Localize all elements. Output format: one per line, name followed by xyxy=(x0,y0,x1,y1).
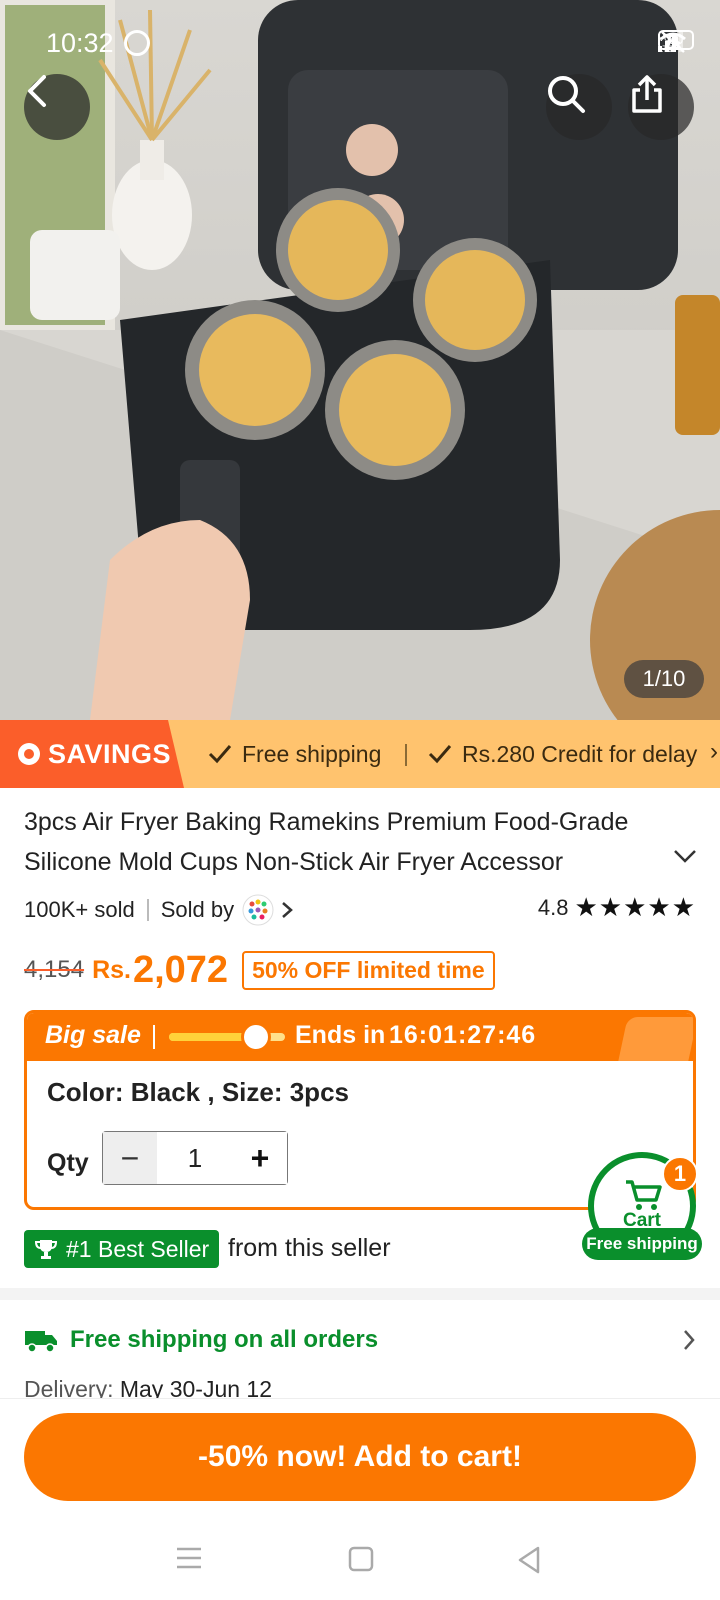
bottom-action-bar: -50% now! Add to cart! xyxy=(0,1398,720,1518)
status-bar: 10:32 VoLTE 50 xyxy=(0,0,720,88)
savings-item-label: Rs.280 Credit for delay xyxy=(462,740,698,767)
sold-by-label: Sold by xyxy=(160,897,235,922)
signal-icon xyxy=(658,31,683,52)
product-image-gallery[interactable]: 10:32 VoLTE 50 1/10 xyxy=(0,0,720,720)
seller-link[interactable]: Sold by xyxy=(161,894,294,926)
image-counter: 1/10 xyxy=(624,660,704,698)
truck-icon xyxy=(25,1331,57,1353)
price-row: 4,154 Rs. 2,072 50% OFF limited time xyxy=(24,940,495,1000)
sale-divider xyxy=(153,1025,155,1049)
delivery-label: Delivery: xyxy=(24,1376,114,1400)
check-icon xyxy=(208,745,232,764)
chevron-down-icon[interactable] xyxy=(672,848,698,864)
back-button[interactable] xyxy=(24,74,90,140)
best-seller-badge: #1 Best Seller xyxy=(24,1230,220,1268)
big-sale-header: Big sale Ends in 16:01:27:46 xyxy=(27,1013,693,1061)
qty-decrease-button[interactable]: − xyxy=(103,1132,157,1184)
current-price: 2,072 xyxy=(132,948,229,991)
cart-icon xyxy=(626,1180,662,1210)
qty-label: Qty xyxy=(47,1149,89,1177)
meta-divider xyxy=(146,899,149,921)
sale-decoration xyxy=(618,1017,693,1061)
menu-icon[interactable] xyxy=(176,1546,202,1570)
back-triangle-icon[interactable] xyxy=(516,1546,542,1574)
savings-strip[interactable]: SAVINGS Free shipping Rs.280 Credit for … xyxy=(0,720,720,788)
section-divider xyxy=(0,1288,720,1300)
product-meta: 100K+ sold Sold by 4.8 ★★★★★ xyxy=(24,892,696,928)
chevron-right-icon xyxy=(684,1330,695,1350)
home-square-icon[interactable] xyxy=(348,1546,374,1572)
whatsapp-notification-icon xyxy=(124,30,150,56)
savings-item-label: Free shipping xyxy=(242,740,382,767)
sold-count: 100K+ sold xyxy=(24,897,135,922)
system-navigation-bar xyxy=(0,1520,720,1600)
qty-increase-button[interactable]: + xyxy=(233,1132,287,1184)
savings-item-free-shipping: Free shipping xyxy=(208,720,381,788)
big-sale-title: Big sale xyxy=(45,1021,141,1049)
share-button[interactable] xyxy=(628,74,694,140)
savings-divider xyxy=(405,744,407,766)
savings-tag-label: SAVINGS xyxy=(48,738,172,769)
share-icon xyxy=(632,75,662,113)
product-photo xyxy=(0,0,720,720)
trophy-icon xyxy=(34,1240,58,1259)
free-shipping-title: Free shipping on all orders xyxy=(70,1326,379,1353)
savings-item-credit: Rs.280 Credit for delay xyxy=(428,720,697,788)
rating[interactable]: 4.8 ★★★★★ xyxy=(538,892,696,923)
status-icons: VoLTE 50 xyxy=(658,30,694,54)
check-icon xyxy=(428,745,452,764)
best-seller-label: #1 Best Seller xyxy=(66,1235,210,1262)
cart-free-shipping-label: Free shipping xyxy=(582,1228,702,1260)
search-button[interactable] xyxy=(546,74,612,140)
delivery-estimate: Delivery: May 30-Jun 12 xyxy=(24,1376,272,1400)
cart-count-badge: 1 xyxy=(662,1156,698,1192)
rating-value: 4.8 xyxy=(537,894,569,920)
best-seller-suffix: from this seller xyxy=(228,1234,391,1262)
variant-selector[interactable]: Color: Black , Size: 3pcs xyxy=(47,1077,349,1108)
chevron-right-icon xyxy=(282,902,293,918)
search-icon xyxy=(548,76,585,113)
currency-prefix: Rs. xyxy=(92,955,131,984)
add-to-cart-button[interactable]: -50% now! Add to cart! xyxy=(24,1413,696,1501)
free-shipping-row[interactable]: Free shipping on all orders xyxy=(24,1318,696,1362)
status-time: 10:32 xyxy=(46,28,114,58)
rating-stars: ★★★★★ xyxy=(574,892,696,922)
back-arrow-icon xyxy=(28,75,46,107)
clock-icon xyxy=(241,1022,271,1052)
original-price: 4,154 xyxy=(24,956,85,983)
countdown-timer: 16:01:27:46 xyxy=(389,1021,537,1049)
badge-icon xyxy=(18,743,40,765)
discount-badge: 50% OFF limited time xyxy=(242,950,495,990)
chevron-right-icon: › xyxy=(710,738,718,765)
product-title: 3pcs Air Fryer Baking Ramekins Premium F… xyxy=(24,808,629,876)
seller-logo xyxy=(242,894,274,926)
quantity-stepper: − 1 + xyxy=(102,1131,288,1185)
delivery-dates: May 30-Jun 12 xyxy=(119,1376,272,1400)
ends-in-label: Ends in xyxy=(295,1021,386,1049)
qty-value[interactable]: 1 xyxy=(157,1132,233,1184)
savings-tag: SAVINGS xyxy=(0,720,184,788)
